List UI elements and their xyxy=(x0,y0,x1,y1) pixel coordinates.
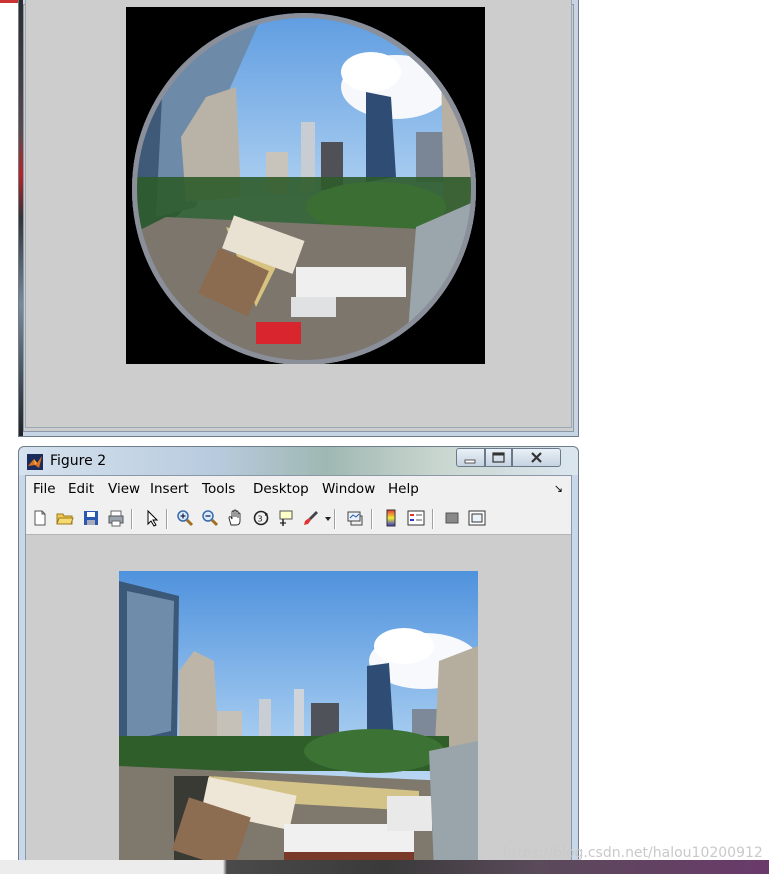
figure2-client: File Edit View Insert Tools Desktop Wind… xyxy=(25,475,572,874)
menu-view[interactable]: View xyxy=(108,481,140,497)
figure1-window xyxy=(18,0,579,437)
menu-tools[interactable]: Tools xyxy=(202,481,235,497)
title-bar[interactable]: Figure 2 xyxy=(19,447,578,475)
show-plot-tools-icon[interactable] xyxy=(468,509,486,527)
taskbar xyxy=(0,860,769,874)
toolbar-separator xyxy=(131,509,133,529)
hide-plot-tools-icon[interactable] xyxy=(443,509,461,527)
figure2-window: Figure 2 File Edit View Insert Tools Des… xyxy=(18,446,579,874)
undistorted-image xyxy=(119,571,478,871)
new-figure-icon[interactable] xyxy=(31,509,49,527)
menu-bar: File Edit View Insert Tools Desktop Wind… xyxy=(26,476,571,500)
select-arrow-icon[interactable] xyxy=(143,509,161,527)
svg-text:3: 3 xyxy=(258,515,263,524)
pan-hand-icon[interactable] xyxy=(226,509,244,527)
zoom-out-icon[interactable] xyxy=(201,509,219,527)
toolbar-separator xyxy=(166,509,168,529)
brush-dropdown-icon[interactable] xyxy=(319,509,331,527)
data-cursor-icon[interactable] xyxy=(277,509,295,527)
menu-help[interactable]: Help xyxy=(388,481,419,497)
legend-icon[interactable] xyxy=(407,509,425,527)
matlab-logo-icon xyxy=(27,454,43,470)
window-title: Figure 2 xyxy=(50,453,107,469)
menu-insert[interactable]: Insert xyxy=(150,481,189,497)
print-icon[interactable] xyxy=(107,509,125,527)
watermark: https://blog.csdn.net/halou10200912 xyxy=(503,845,763,861)
fisheye-image xyxy=(126,7,485,364)
toolbar-separator xyxy=(432,509,434,529)
brush-icon[interactable] xyxy=(302,509,320,527)
toolbar-separator xyxy=(334,509,336,529)
menu-overflow-arrow-icon[interactable]: ↘ xyxy=(554,482,563,495)
menu-file[interactable]: File xyxy=(33,481,56,497)
menu-edit[interactable]: Edit xyxy=(68,481,94,497)
menu-desktop[interactable]: Desktop xyxy=(253,481,309,497)
minimize-button[interactable] xyxy=(456,448,485,467)
menu-window[interactable]: Window xyxy=(322,481,375,497)
open-file-icon[interactable] xyxy=(56,509,74,527)
link-plot-icon[interactable] xyxy=(346,509,364,527)
figure-toolbar: 3 xyxy=(26,500,571,535)
close-button[interactable] xyxy=(512,448,561,467)
maximize-button[interactable] xyxy=(485,448,512,467)
zoom-in-icon[interactable] xyxy=(176,509,194,527)
colorbar-icon[interactable] xyxy=(382,509,400,527)
window-edge xyxy=(19,0,23,436)
save-icon[interactable] xyxy=(82,509,100,527)
toolbar-separator xyxy=(371,509,373,529)
figure1-canvas xyxy=(25,0,572,428)
rotate-3d-icon[interactable]: 3 xyxy=(252,509,270,527)
